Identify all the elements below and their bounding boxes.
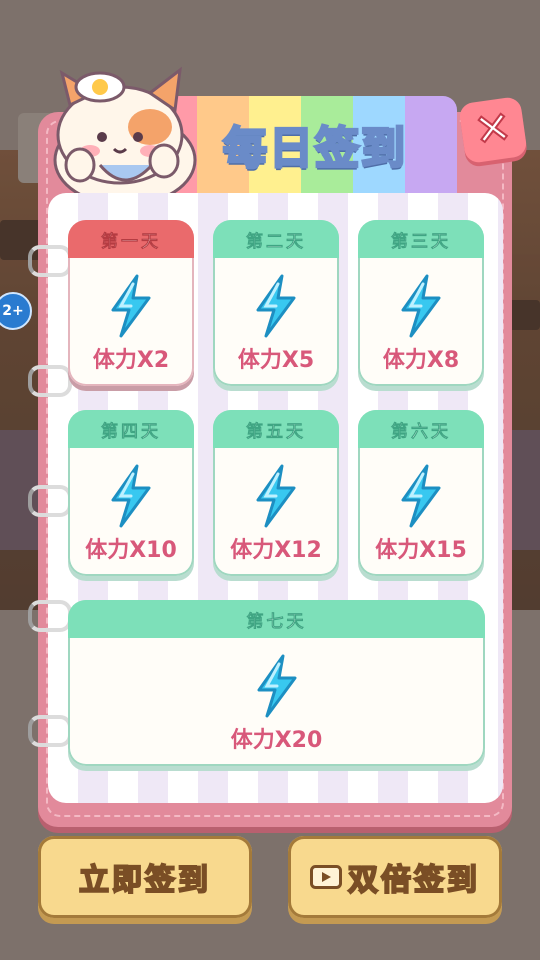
- lightning-bolt-icon: [103, 274, 159, 338]
- day-label: 第七天: [68, 600, 485, 638]
- lightning-bolt-icon: [393, 464, 449, 528]
- binder-ring: [28, 715, 72, 747]
- reward-label: 体力X10: [85, 538, 177, 563]
- video-play-icon: [310, 865, 342, 889]
- lightning-bolt-icon: [248, 274, 304, 338]
- reward-label: 体力X8: [382, 348, 460, 373]
- reward-label: 体力X12: [230, 538, 322, 563]
- double-sign-in-label: 双倍签到: [347, 862, 480, 899]
- lightning-bolt-icon: [249, 654, 305, 718]
- close-icon: ✕: [470, 101, 516, 159]
- day-card-5[interactable]: 第五天体力X12: [213, 410, 339, 576]
- day-label: 第三天: [358, 220, 484, 258]
- lightning-bolt-icon: [103, 464, 159, 528]
- title-text: 每日签到: [222, 122, 407, 176]
- cat-mascot-icon: [53, 66, 197, 200]
- page-title: 每日签到: [195, 108, 435, 180]
- sign-in-label: 立即签到: [78, 862, 211, 899]
- reward-label: 体力X2: [92, 348, 170, 373]
- day-card-4[interactable]: 第四天体力X10: [68, 410, 194, 576]
- binder-ring: [28, 485, 72, 517]
- binder-ring: [28, 600, 72, 632]
- day-label: 第五天: [213, 410, 339, 448]
- reward-label: 体力X5: [237, 348, 315, 373]
- lightning-bolt-icon: [248, 464, 304, 528]
- binder-ring: [28, 245, 72, 277]
- binder-ring: [28, 365, 72, 397]
- day-label: 第四天: [68, 410, 194, 448]
- day-card-6[interactable]: 第六天体力X15: [358, 410, 484, 576]
- day-label: 第一天: [68, 220, 194, 258]
- reward-label: 体力X20: [230, 728, 323, 753]
- day-card-3[interactable]: 第三天体力X8: [358, 220, 484, 386]
- day-card-2[interactable]: 第二天体力X5: [213, 220, 339, 386]
- day-card-1[interactable]: 第一天体力X2: [68, 220, 194, 386]
- double-sign-in-button[interactable]: 双倍签到: [288, 836, 502, 918]
- day-label: 第六天: [358, 410, 484, 448]
- sign-in-button[interactable]: 立即签到: [38, 836, 252, 918]
- lightning-bolt-icon: [393, 274, 449, 338]
- reward-label: 体力X15: [375, 538, 467, 563]
- day-label: 第二天: [213, 220, 339, 258]
- day-card-7[interactable]: 第七天体力X20: [68, 600, 485, 766]
- close-button[interactable]: ✕: [458, 95, 528, 165]
